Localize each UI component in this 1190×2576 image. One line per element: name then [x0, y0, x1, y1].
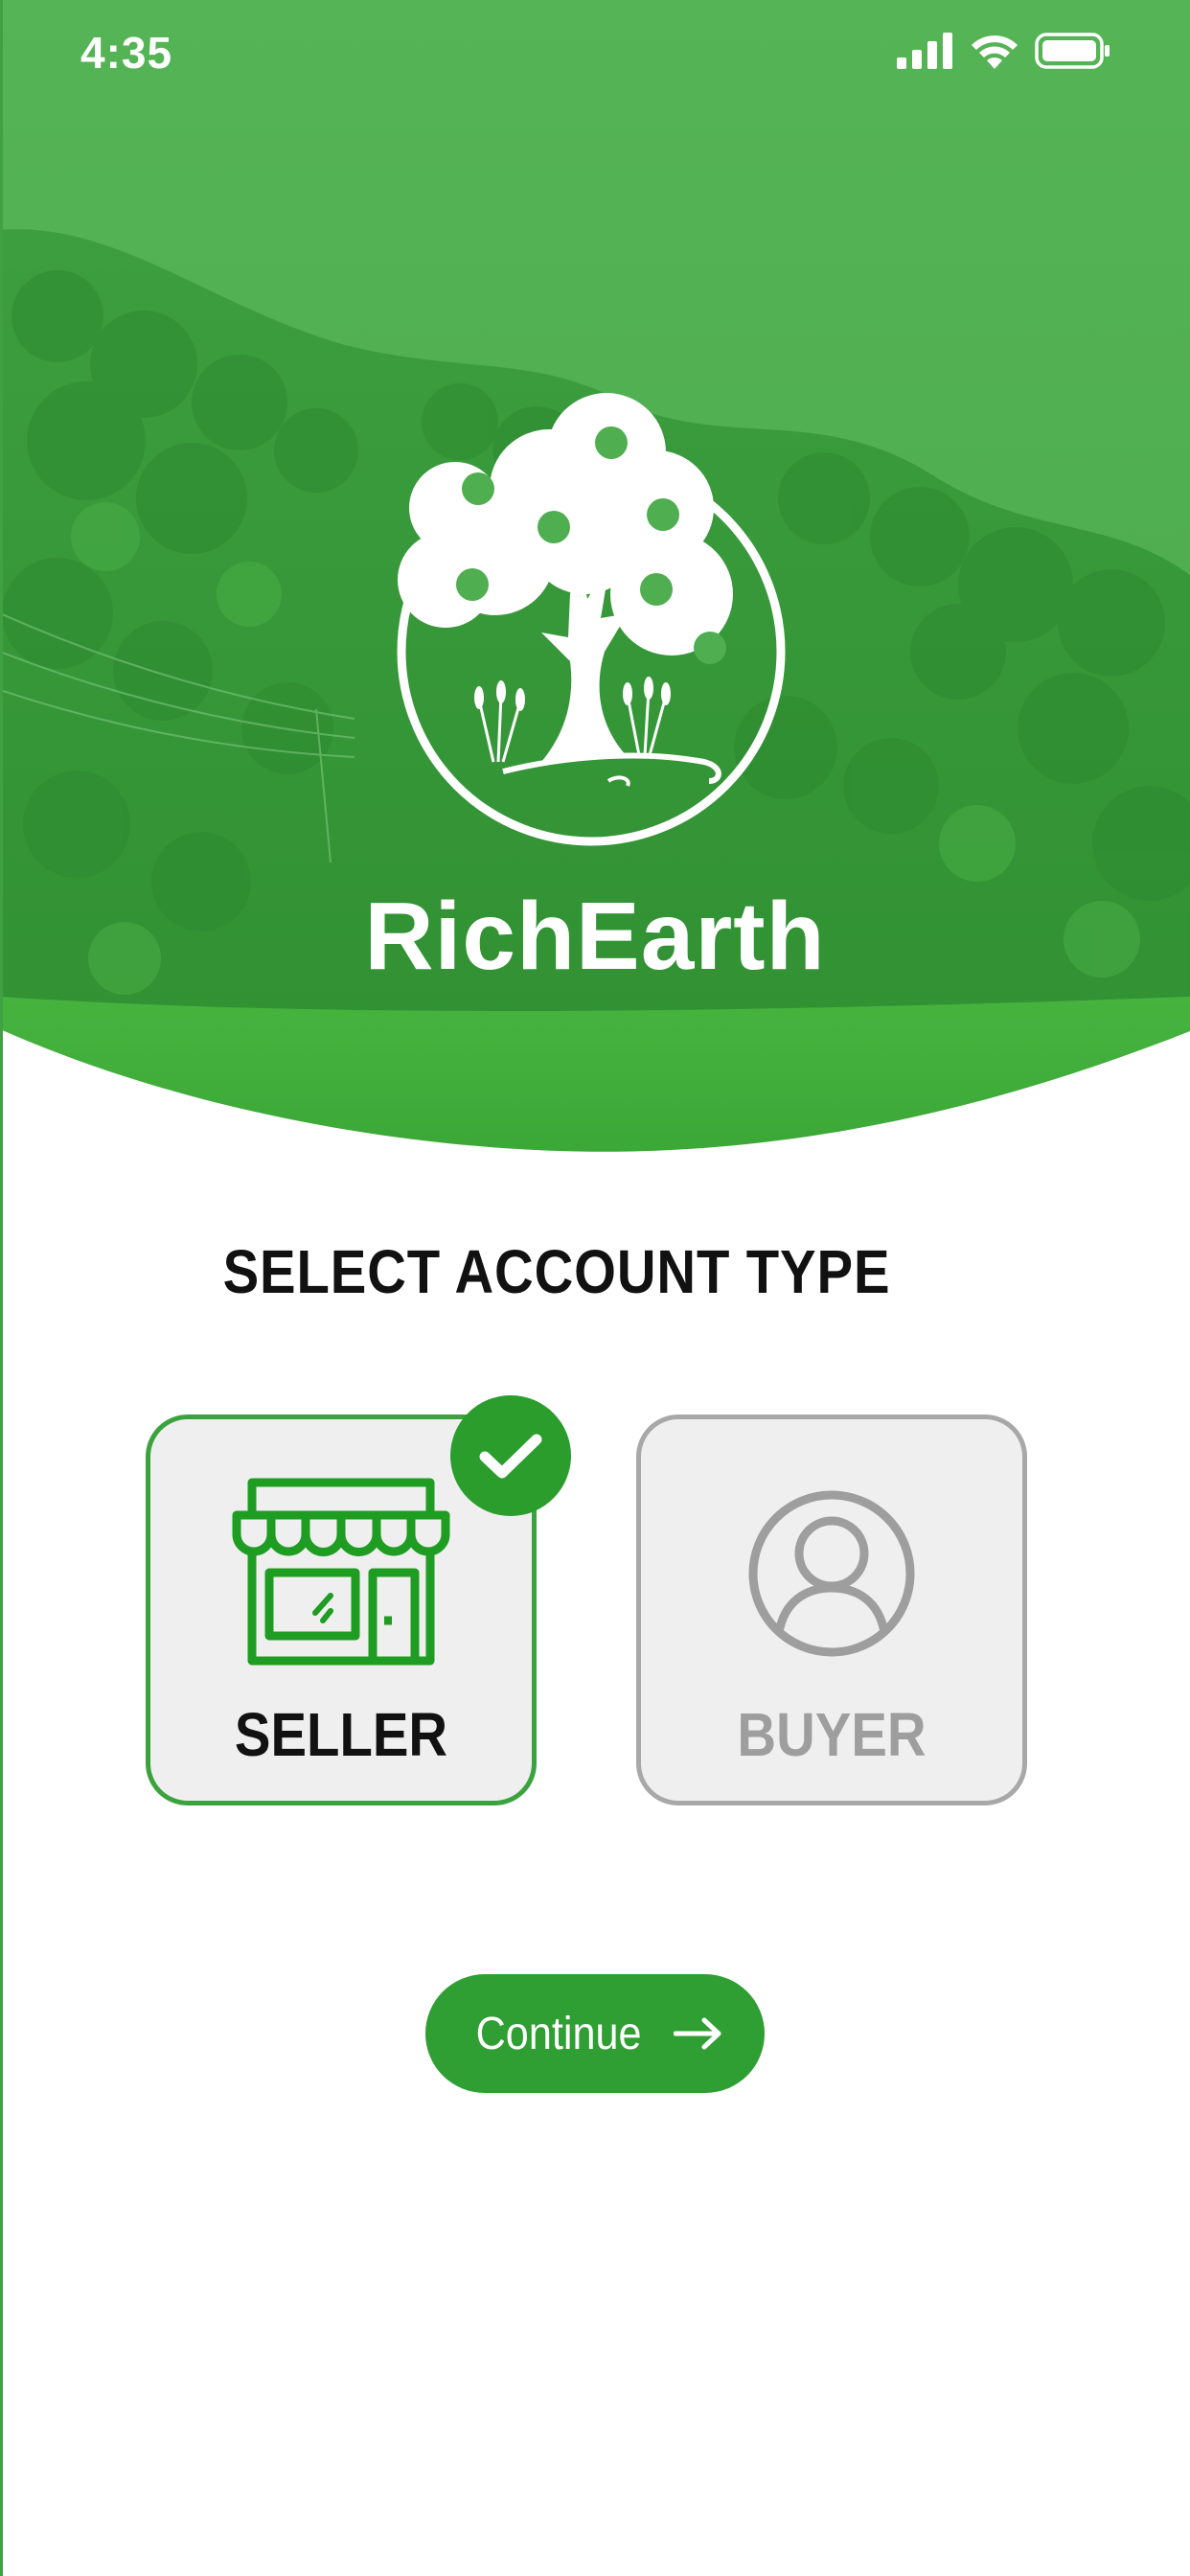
account-type-screen: 4:35 RichEarth SELECT ACCOUNT TYPE SELLE… [0, 0, 1190, 2576]
continue-label: Continue [475, 2008, 642, 2059]
brand-name: RichEarth [364, 883, 826, 990]
status-icons [897, 33, 1111, 69]
wifi-icon [972, 35, 1018, 69]
tree-logo-icon [397, 393, 786, 846]
continue-button[interactable]: Continue [425, 1974, 765, 2093]
storefront-icon [232, 1478, 450, 1666]
cellular-signal-icon [897, 33, 952, 69]
selected-check-icon [450, 1395, 571, 1516]
buyer-account-card[interactable]: BUYER [636, 1414, 1027, 1806]
user-profile-icon [748, 1490, 915, 1657]
status-bar: 4:35 [0, 0, 1190, 105]
status-time: 4:35 [80, 28, 173, 78]
left-edge-divider [0, 0, 3, 2576]
hero-banner: 4:35 RichEarth [0, 0, 1190, 1169]
buyer-label: BUYER [737, 1700, 927, 1769]
page-title: SELECT ACCOUNT TYPE [222, 1237, 891, 1306]
battery-icon [1035, 33, 1110, 69]
arrow-right-icon [674, 2017, 721, 2050]
seller-label: SELLER [234, 1700, 448, 1769]
